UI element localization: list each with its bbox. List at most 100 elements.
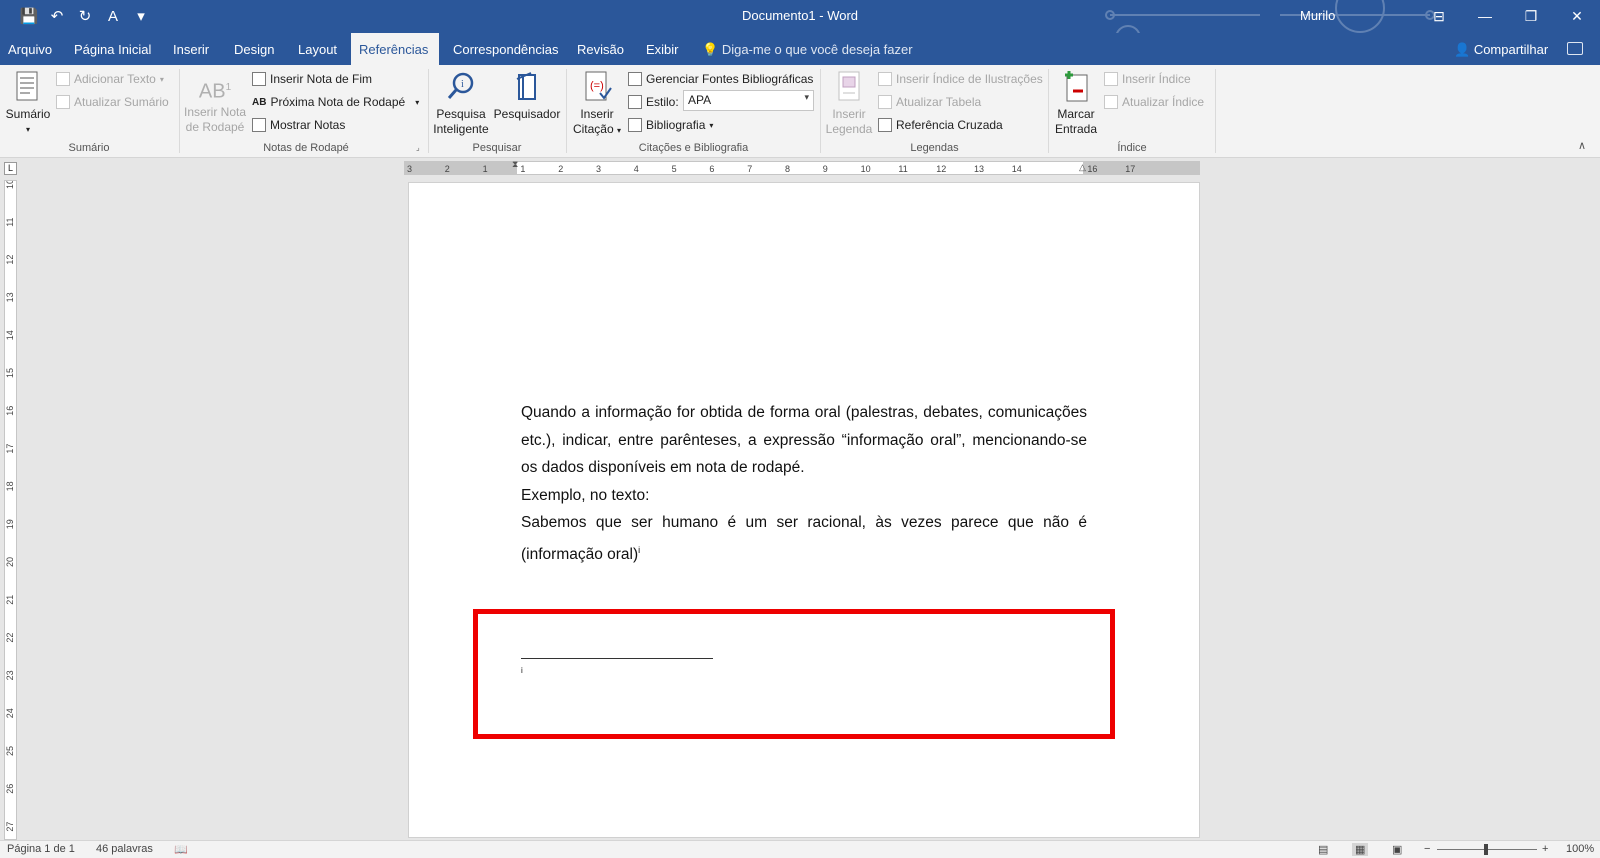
atualizar-indice-button[interactable]: Atualizar Índice: [1104, 95, 1204, 109]
group-separator: [566, 69, 567, 153]
ruler-label: 26: [5, 784, 15, 794]
footnote-icon: AB1: [198, 80, 232, 103]
share-label: Compartilhar: [1473, 42, 1549, 57]
update-table-icon: [56, 95, 70, 109]
mostrar-notas-label: Mostrar Notas: [270, 118, 346, 132]
chevron-down-icon: ▾: [617, 126, 622, 135]
share-button[interactable]: 👤 Compartilhar: [1454, 33, 1548, 65]
document-body[interactable]: Quando a informação for obtida de forma …: [521, 399, 1087, 568]
ruler-label: 22: [5, 633, 15, 643]
ruler-label: 15: [5, 368, 15, 378]
proxima-nota-button[interactable]: AB Próxima Nota de Rodapé ▾: [252, 95, 419, 109]
group-label-pesquisar: Pesquisar: [472, 142, 522, 154]
chevron-down-icon: ▾: [709, 120, 714, 130]
ruler-label: 27: [5, 822, 15, 832]
inserir-nota-fim-button[interactable]: Inserir Nota de Fim: [252, 72, 372, 86]
ruler-label: 1: [520, 164, 525, 174]
estilo-value: APA: [688, 93, 712, 107]
vertical-ruler[interactable]: 10 11 12 13 14 15 16 17 18 19 20 21 22 23 24 25 26 27: [4, 180, 17, 840]
ruler-label: 14: [5, 330, 15, 340]
tab-pagina-inicial[interactable]: Página Inicial: [66, 33, 159, 65]
atualizar-sumario-button[interactable]: Atualizar Sumário: [56, 95, 169, 109]
group-label-indice: Índice: [1117, 142, 1147, 154]
minimize-icon[interactable]: —: [1462, 0, 1508, 32]
inserir-indice-ilustracoes-button[interactable]: Inserir Índice de Ilustrações: [878, 72, 1043, 86]
svg-text:(=): (=): [590, 80, 604, 92]
zoom-in-icon[interactable]: +: [1542, 843, 1548, 855]
paragraph: Quando a informação for obtida de forma …: [521, 404, 1087, 476]
add-text-icon: [56, 72, 70, 86]
atualizar-tabela-button[interactable]: Atualizar Tabela: [878, 95, 981, 109]
pesquisador-button[interactable]: Pesquisador: [493, 71, 561, 122]
ruler-label: 21: [5, 595, 15, 605]
user-name[interactable]: Murilo: [1300, 8, 1335, 23]
tab-design[interactable]: Design: [226, 33, 282, 65]
tab-referencias[interactable]: Referências: [351, 33, 439, 65]
print-layout-icon[interactable]: ▦: [1352, 843, 1369, 856]
close-icon[interactable]: ✕: [1554, 0, 1600, 32]
web-layout-icon[interactable]: ▣: [1392, 843, 1402, 856]
right-indent-marker[interactable]: △: [1079, 162, 1086, 173]
zoom-level[interactable]: 100%: [1566, 843, 1594, 855]
ruler-label: 7: [747, 164, 752, 174]
inserir-citacao-label-2: Citação ▾: [572, 122, 622, 136]
marcar-entrada-button[interactable]: Marcar Entrada: [1050, 71, 1102, 137]
atualizar-indice-label: Atualizar Índice: [1122, 95, 1205, 109]
dialog-launcher-icon[interactable]: ⌟: [416, 143, 420, 152]
bibliografia-button[interactable]: Bibliografia ▾: [628, 118, 713, 132]
page-count[interactable]: Página 1 de 1: [7, 843, 75, 855]
tab-layout[interactable]: Layout: [290, 33, 345, 65]
atualizar-tabela-label: Atualizar Tabela: [896, 95, 982, 109]
tell-me-text: Diga-me o que você deseja fazer: [721, 42, 913, 57]
zoom-out-icon[interactable]: −: [1424, 843, 1430, 855]
smart-lookup-icon: i: [447, 72, 474, 99]
inserir-legenda-button[interactable]: Inserir Legenda: [822, 71, 876, 137]
collapse-ribbon-icon[interactable]: ∧: [1578, 139, 1586, 152]
chevron-down-icon: ▾: [25, 125, 30, 134]
tab-exibir[interactable]: Exibir: [638, 33, 687, 65]
adicionar-texto-label: Adicionar Texto: [74, 72, 156, 86]
word-count[interactable]: 46 palavras: [96, 843, 153, 855]
comments-icon[interactable]: [1567, 42, 1583, 55]
estilo-select[interactable]: APA ▾: [683, 90, 814, 111]
pesquisa-label-2: Inteligente: [433, 122, 489, 136]
next-footnote-icon: AB: [252, 96, 267, 108]
inserir-citacao-button[interactable]: (=) Inserir Citação ▾: [570, 71, 624, 138]
restore-icon[interactable]: ❐: [1508, 0, 1554, 32]
ruler-label: 2: [445, 164, 450, 174]
adicionar-texto-button[interactable]: Adicionar Texto ▾: [56, 72, 164, 86]
insert-index-icon: [1104, 72, 1118, 86]
ruler-label: 19: [5, 519, 15, 529]
inserir-indice-button[interactable]: Inserir Índice: [1104, 72, 1191, 86]
tab-selector[interactable]: L: [4, 162, 17, 175]
gerenciar-fontes-button[interactable]: Gerenciar Fontes Bibliográficas: [628, 72, 813, 86]
zoom-slider-thumb[interactable]: [1484, 844, 1488, 855]
document-page[interactable]: Quando a informação for obtida de forma …: [408, 182, 1200, 838]
footnote-mark[interactable]: i: [638, 545, 640, 555]
referencia-cruzada-button[interactable]: Referência Cruzada: [878, 118, 1003, 132]
sumario-button[interactable]: Sumário ▾: [4, 71, 52, 137]
read-mode-icon[interactable]: ▤: [1318, 843, 1328, 856]
tab-inserir[interactable]: Inserir: [165, 33, 217, 65]
update-index-icon: [1104, 95, 1118, 109]
ribbon-display-icon[interactable]: ⊟: [1416, 0, 1462, 32]
ruler-label: 11: [5, 217, 15, 226]
tab-correspondencias[interactable]: Correspondências: [445, 33, 567, 65]
ruler-label: 17: [5, 444, 15, 454]
pesquisa-inteligente-button[interactable]: i Pesquisa Inteligente: [432, 71, 490, 137]
paragraph: Exemplo, no texto:: [521, 486, 650, 504]
cross-reference-icon: [878, 118, 892, 132]
tab-revisao[interactable]: Revisão: [569, 33, 632, 65]
ruler-label: 6: [709, 164, 714, 174]
inserir-indice-label: Inserir Índice: [1122, 72, 1191, 86]
group-label-notas: Notas de Rodapé: [263, 142, 349, 154]
mostrar-notas-button[interactable]: Mostrar Notas: [252, 118, 345, 132]
paragraph: Sabemos que ser humano é um ser racional…: [521, 514, 1087, 563]
horizontal-ruler[interactable]: 3 2 1 1 2 3 4 5 6 7 8 9 10 11 12 13 14 16 17 ⧗ △: [404, 159, 1200, 175]
proofing-icon[interactable]: 📖: [174, 843, 188, 856]
ruler-label: 14: [1012, 164, 1022, 174]
indent-marker[interactable]: ⧗: [512, 159, 518, 170]
inserir-nota-rodape-button[interactable]: AB1 Inserir Nota de Rodapé: [183, 75, 247, 135]
tell-me-search[interactable]: 💡 Diga-me o que você deseja fazer: [702, 33, 913, 65]
tab-arquivo[interactable]: Arquivo: [0, 33, 60, 65]
